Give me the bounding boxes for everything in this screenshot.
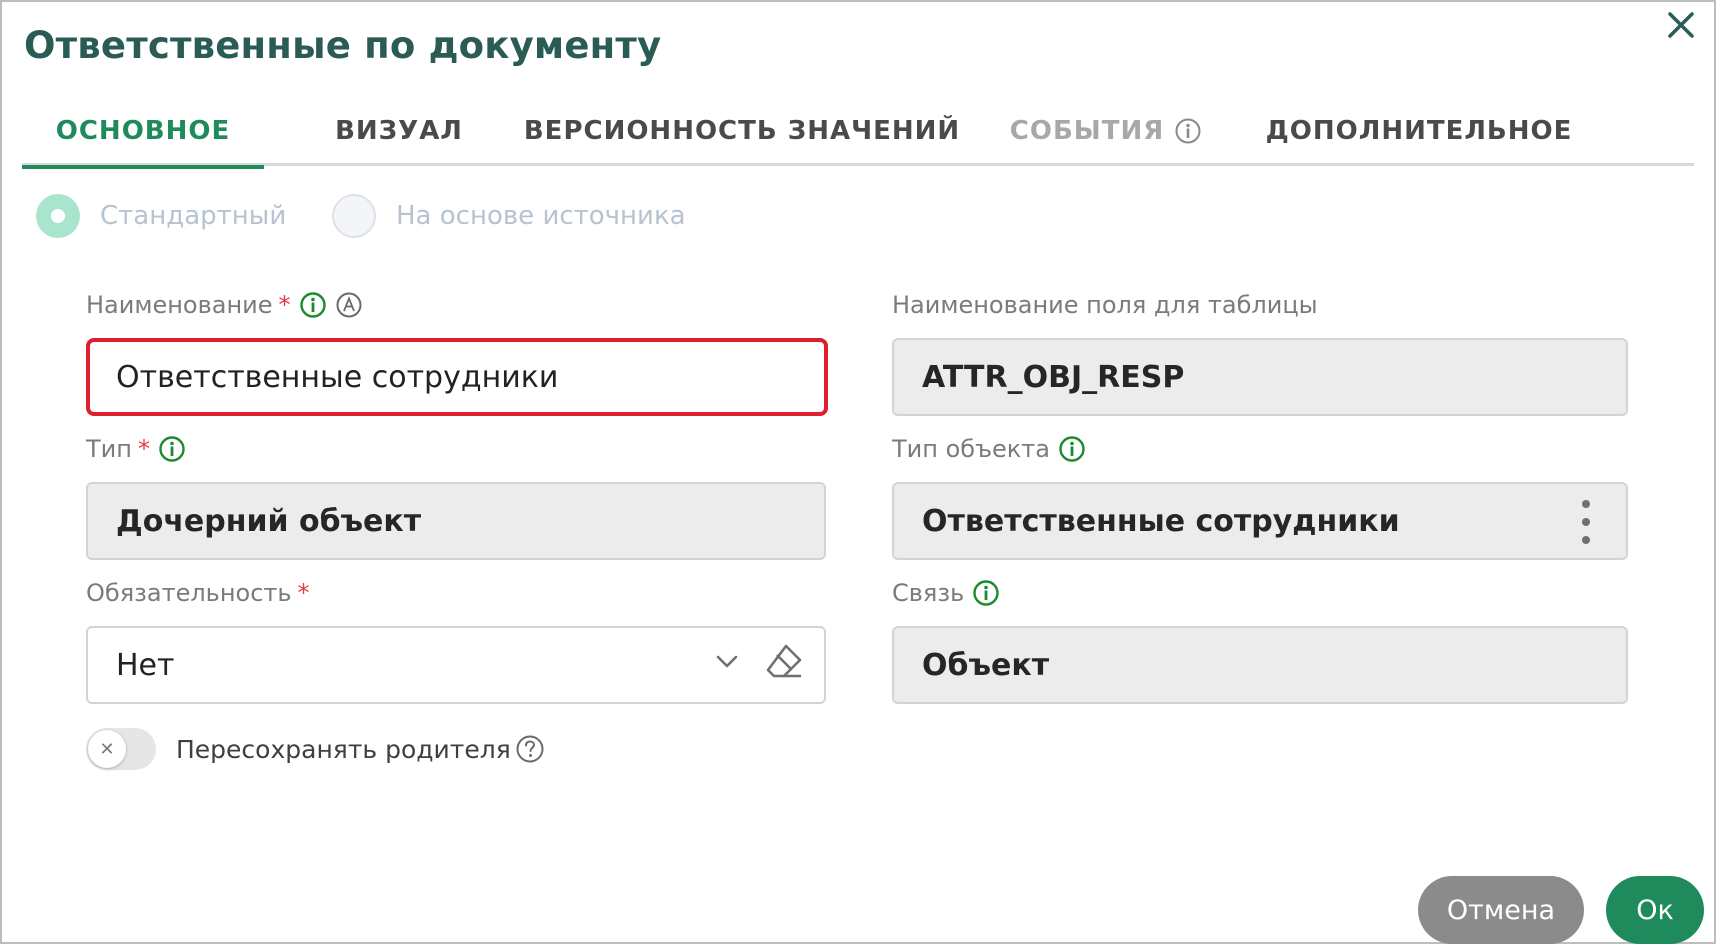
type-label: Тип [86, 435, 132, 463]
required-marker: * [297, 579, 310, 607]
info-icon[interactable] [1058, 435, 1086, 463]
info-icon[interactable] [299, 291, 327, 319]
object-type-label-row: Тип объекта [892, 432, 1086, 466]
close-button[interactable] [1662, 6, 1700, 44]
tab-additional-label: ДОПОЛНИТЕЛЬНОЕ [1265, 116, 1573, 146]
info-icon[interactable] [158, 435, 186, 463]
mandatory-label-row: Обязательность * [86, 576, 310, 610]
help-icon[interactable] [515, 734, 545, 764]
resave-parent-label: Пересохранять родителя [176, 734, 511, 764]
name-field[interactable] [86, 338, 828, 416]
radio-standard-indicator[interactable] [36, 194, 80, 238]
mandatory-select[interactable]: Нет [86, 626, 826, 704]
dialog: Ответственные по документу ОСНОВНОЕ ВИЗУ… [0, 0, 1716, 944]
info-icon[interactable] [972, 579, 1000, 607]
link-value: Объект [922, 647, 1050, 683]
tab-bar: ОСНОВНОЕ ВИЗУАЛ ВЕРСИОННОСТЬ ЗНАЧЕНИЙ СО… [22, 96, 1694, 169]
more-vertical-icon[interactable] [1580, 500, 1592, 544]
tab-main[interactable]: ОСНОВНОЕ [22, 96, 264, 169]
tab-main-label: ОСНОВНОЕ [55, 116, 231, 146]
type-value: Дочерний объект [116, 503, 422, 539]
type-field: Дочерний объект [86, 482, 826, 560]
mandatory-label: Обязательность [86, 579, 292, 607]
cancel-button[interactable]: Отмена [1418, 876, 1584, 944]
table-field-name-label: Наименование поля для таблицы [892, 291, 1318, 319]
type-label-row: Тип * [86, 432, 186, 466]
table-field-name-field: ATTR_OBJ_RESP [892, 338, 1628, 416]
tab-visual-label: ВИЗУАЛ [335, 116, 463, 146]
radio-source-based-label: На основе источника [396, 201, 686, 231]
ok-button[interactable]: Ок [1606, 876, 1704, 944]
tab-events[interactable]: СОБЫТИЯ [996, 96, 1216, 166]
mandatory-value: Нет [116, 647, 175, 683]
table-field-name-value: ATTR_OBJ_RESP [922, 359, 1185, 395]
link-label-row: Связь [892, 576, 1000, 610]
auto-translate-icon[interactable] [335, 291, 363, 319]
radio-source-based-indicator[interactable] [332, 194, 376, 238]
eraser-icon[interactable] [764, 641, 804, 689]
tab-events-label: СОБЫТИЯ [1009, 116, 1165, 146]
mandatory-actions [712, 628, 804, 702]
chevron-down-icon[interactable] [712, 646, 742, 684]
link-field: Объект [892, 626, 1628, 704]
radio-standard-label: Стандартный [100, 201, 287, 231]
name-input[interactable] [116, 359, 824, 395]
link-label: Связь [892, 579, 965, 607]
tab-visual[interactable]: ВИЗУАЛ [308, 96, 490, 166]
name-label-row: Наименование * [86, 288, 363, 322]
required-marker: * [278, 291, 291, 319]
name-label: Наименование [86, 291, 273, 319]
resave-parent-toggle[interactable]: ✕ [86, 728, 156, 770]
dialog-title: Ответственные по документу [24, 24, 662, 67]
table-field-name-label-row: Наименование поля для таблицы [892, 288, 1318, 322]
close-icon [1668, 12, 1694, 38]
radio-source-based[interactable]: На основе источника [332, 194, 686, 238]
tab-value-versioning-label: ВЕРСИОННОСТЬ ЗНАЧЕНИЙ [523, 116, 961, 146]
toggle-off-icon: ✕ [88, 730, 126, 768]
info-icon [1174, 117, 1202, 145]
object-type-label: Тип объекта [892, 435, 1050, 463]
object-type-field: Ответственные сотрудники [892, 482, 1628, 560]
object-type-value: Ответственные сотрудники [922, 503, 1400, 539]
tab-value-versioning[interactable]: ВЕРСИОННОСТЬ ЗНАЧЕНИЙ [524, 96, 959, 166]
resave-parent-row: ✕ Пересохранять родителя [86, 728, 545, 770]
tab-additional[interactable]: ДОПОЛНИТЕЛЬНОЕ [1254, 96, 1584, 166]
required-marker: * [137, 435, 150, 463]
radio-standard[interactable]: Стандартный [36, 194, 286, 238]
